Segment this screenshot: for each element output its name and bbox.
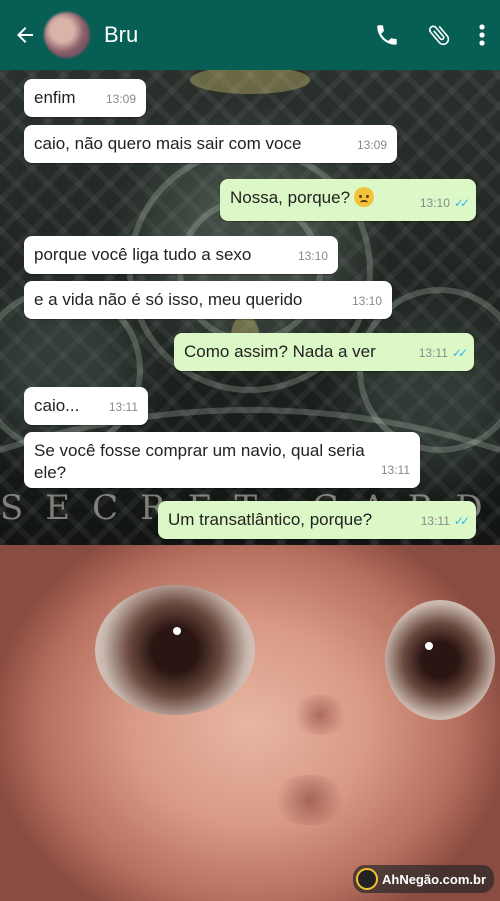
mouth [270,775,350,825]
watermark-logo-icon [355,868,378,890]
message-time: 13:11 [418,346,448,360]
double-check-icon: ✓✓ [451,346,468,360]
message-time: 13:10 [419,196,450,210]
message-outgoing[interactable]: Nossa, porque? 13:10 ✓✓ [220,179,476,221]
left-eye [95,585,255,715]
attachment-icon[interactable] [426,22,452,48]
message-text: porque você liga tudo a sexo [34,245,252,264]
message-text: caio, não quero mais sair com voce [34,134,302,153]
message-time: 13:11 [108,400,138,414]
message-incoming[interactable]: caio, não quero mais sair com voce 13:09 [24,125,397,163]
message-time: 13:10 [351,294,382,308]
message-time: 13:11 [380,463,410,477]
message-incoming[interactable]: enfim 13:09 [24,79,146,117]
message-time: 13:09 [356,138,387,152]
message-text: e a vida não é só isso, meu querido [34,290,303,309]
chat-area: SECRET GARDEN enfim 13:09 caio, não quer… [0,70,500,545]
message-text: Nossa, porque? [230,188,351,207]
message-outgoing[interactable]: Um transatlântico, porque? 13:11 ✓✓ [158,501,476,539]
phone-icon[interactable] [374,22,400,48]
chat-header: Bru [0,0,500,70]
reaction-photo: AhNegão.com.br [0,545,500,901]
message-text: caio... [34,396,80,415]
nose [290,695,350,735]
message-text: enfim [34,88,76,107]
watermark-text: AhNegão.com.br [381,871,486,887]
message-incoming[interactable]: e a vida não é só isso, meu querido 13:1… [24,281,392,319]
double-check-icon: ✓✓ [453,196,470,210]
contact-name[interactable]: Bru [104,22,138,48]
message-text: Como assim? Nada a ver [184,342,376,361]
site-watermark: AhNegão.com.br [352,865,494,893]
message-text: Um transatlântico, porque? [168,510,373,529]
anxious-face-icon [354,187,375,207]
message-time: 13:10 [297,249,328,263]
double-check-icon: ✓✓ [453,514,470,528]
message-time: 13:11 [420,514,450,528]
more-vert-icon[interactable] [478,22,486,48]
message-incoming[interactable]: Se você fosse comprar um navio, qual ser… [24,432,420,488]
message-incoming[interactable]: porque você liga tudo a sexo 13:10 [24,236,338,274]
contact-avatar[interactable] [44,12,90,58]
right-eye [385,600,495,720]
back-arrow-icon[interactable] [8,23,42,47]
message-outgoing[interactable]: Como assim? Nada a ver 13:11 ✓✓ [174,333,474,371]
message-incoming[interactable]: caio... 13:11 [24,387,148,425]
message-text: Se você fosse comprar um navio, qual ser… [34,441,365,482]
message-time: 13:09 [105,92,136,106]
